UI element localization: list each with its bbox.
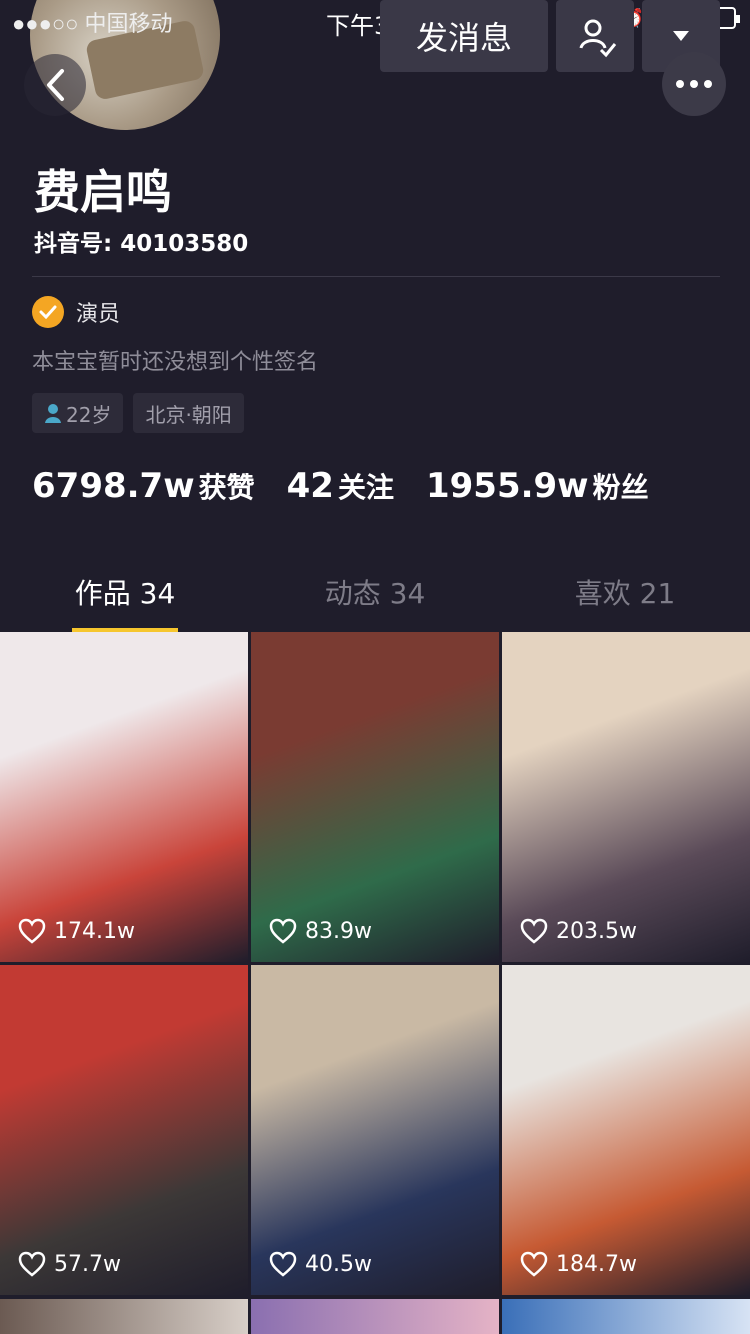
carrier-text: ●●●○○ 中国移动 [12,11,173,36]
video-thumbnail[interactable] [0,1299,248,1334]
video-thumbnail[interactable]: 203.5w [502,632,750,962]
tab-activity[interactable]: 动态 34 [250,560,500,632]
verified-label: 演员 [76,302,121,327]
video-likes: 184.7w [520,1251,637,1277]
likes-count-text: 203.5w [556,918,637,944]
fans-label: 粉丝 [592,471,649,504]
tab-works[interactable]: 作品 34 [0,560,250,632]
video-thumbnail[interactable]: 83.9w [251,632,499,962]
stat-fans[interactable]: 1955.9w 粉丝 [426,466,649,506]
stat-likes[interactable]: 6798.7w 获赞 [32,466,255,506]
stats-row: 6798.7w 获赞 42 关注 1955.9w 粉丝 [32,466,649,506]
fans-count: 1955.9w [425,466,589,506]
video-likes: 174.1w [18,918,135,944]
tags: 22岁 北京·朝阳 [32,393,244,433]
tab-liked[interactable]: 喜欢 21 [500,560,750,632]
profile-name: 费启鸣 [34,165,172,219]
likes-count-text: 40.5w [305,1251,372,1277]
likes-label: 获赞 [198,471,255,504]
back-chevron-icon [47,69,64,101]
person-icon [45,404,61,423]
heart-icon [269,1251,297,1277]
video-likes: 203.5w [520,918,637,944]
send-message-label: 发消息 [415,19,512,57]
signature: 本宝宝暂时还没想到个性签名 [32,350,319,375]
divider [32,276,720,277]
likes-count-text: 57.7w [54,1251,121,1277]
back-button[interactable] [24,54,86,116]
following-label: 关注 [337,471,394,504]
more-button[interactable] [662,52,726,116]
video-thumbnail[interactable]: 40.5w [251,965,499,1295]
heart-icon [18,1251,46,1277]
age-tag: 22岁 [32,393,124,433]
heart-icon [520,1251,548,1277]
triangle-down-icon [673,31,689,41]
likes-count-text: 184.7w [556,1251,637,1277]
heart-icon [18,918,46,944]
status-bar: ●●●○○ 中国移动 下午3:00 ⏰ ᛒ [0,0,750,40]
content-tabs: 作品 34 动态 34 喜欢 21 [0,560,750,632]
location-text: 北京·朝阳 [145,402,232,427]
likes-count-text: 174.1w [54,918,135,944]
likes-count-text: 83.9w [305,918,372,944]
video-thumbnail[interactable] [502,1299,750,1334]
follow-button[interactable] [556,0,634,72]
verified-check-icon [32,296,64,328]
heart-icon [269,918,297,944]
video-likes: 83.9w [269,918,372,944]
video-thumbnail[interactable]: 184.7w [502,965,750,1295]
likes-count: 6798.7w [32,466,195,506]
video-grid: 174.1w 83.9w 203.5w 57.7w 40.5w 184.7w [0,632,750,1295]
more-dots-icon [676,80,684,88]
video-likes: 57.7w [18,1251,121,1277]
age-text: 22岁 [66,402,112,427]
heart-icon [520,918,548,944]
video-thumbnail[interactable] [251,1299,499,1334]
verified-row: 演员 [32,296,120,328]
send-message-button[interactable]: 发消息 [380,0,548,72]
douyin-id[interactable]: 抖音号: 40103580 [34,224,248,258]
user-check-icon [579,19,617,58]
video-thumbnail[interactable]: 57.7w [0,965,248,1295]
following-count: 42 [286,466,334,506]
video-likes: 40.5w [269,1251,372,1277]
video-grid-next-row [0,1299,750,1334]
location-tag: 北京·朝阳 [133,393,244,433]
video-thumbnail[interactable]: 174.1w [0,632,248,962]
stat-following[interactable]: 42 关注 [287,466,394,506]
